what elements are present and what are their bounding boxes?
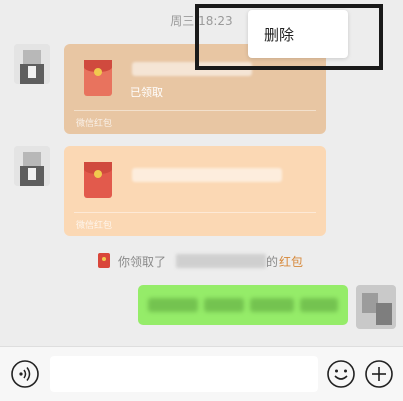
emoji-button[interactable] [326,359,356,389]
red-packet-icon [84,60,112,96]
red-packet-footer: 微信红包 [76,221,113,231]
sent-message-bubble[interactable] [138,285,348,325]
emoji-icon [327,360,355,388]
red-packet-icon [84,162,112,198]
red-packet-small-icon [98,253,110,268]
context-menu[interactable]: 删除 [248,10,348,58]
contact-avatar[interactable] [14,146,50,186]
notice-prefix: 你领取了 [118,255,167,269]
red-packet-link[interactable]: 红包 [279,253,303,270]
contact-avatar[interactable] [14,44,50,84]
voice-icon [11,360,39,388]
plus-icon [365,360,393,388]
notice-suffix: 的 [266,255,279,269]
red-packet-message[interactable]: 微信红包 [64,146,326,236]
red-packet-footer: 微信红包 [76,119,113,129]
input-toolbar [0,346,403,401]
delete-menu-item[interactable]: 删除 [264,24,294,45]
message-input[interactable] [50,356,318,392]
voice-button[interactable] [10,359,40,389]
red-packet-status: 已领取 [130,86,163,99]
red-packet-received-notice: 你领取了 的 红包 [0,250,403,272]
my-avatar[interactable] [356,285,396,329]
blurred-sender-name [176,254,266,268]
more-button[interactable] [364,359,394,389]
